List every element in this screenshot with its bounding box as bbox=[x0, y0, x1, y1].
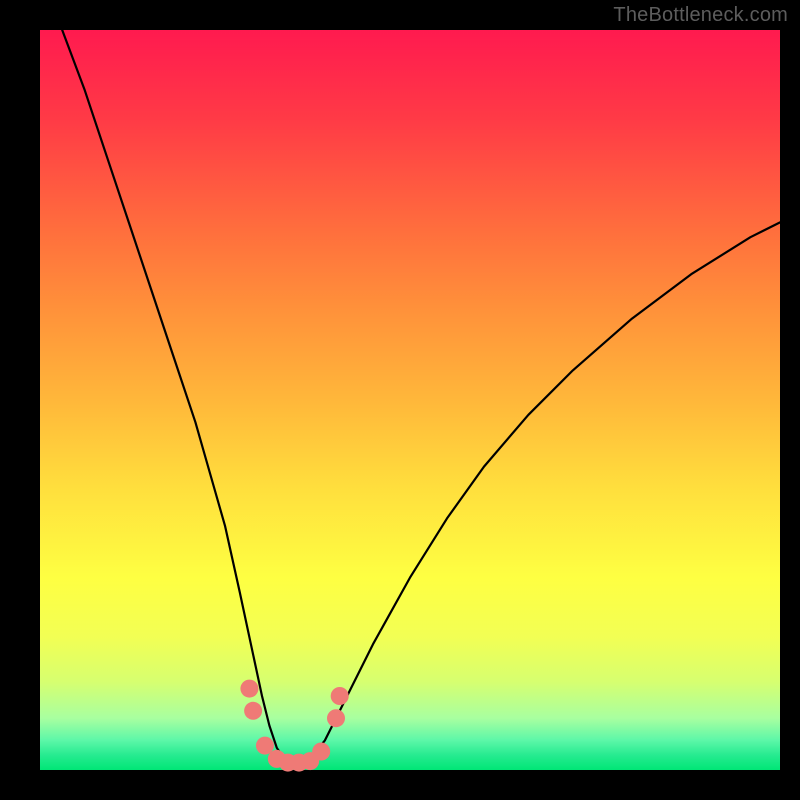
highlight-dots bbox=[240, 680, 348, 772]
outer-frame: TheBottleneck.com bbox=[0, 0, 800, 800]
highlight-dot bbox=[240, 680, 258, 698]
highlight-dot bbox=[331, 687, 349, 705]
watermark-text: TheBottleneck.com bbox=[613, 4, 788, 27]
highlight-dot bbox=[244, 702, 262, 720]
highlight-dot bbox=[312, 743, 330, 761]
bottleneck-curve bbox=[62, 30, 780, 763]
plot-area bbox=[40, 30, 780, 770]
highlight-dot bbox=[327, 709, 345, 727]
chart-svg bbox=[40, 30, 780, 770]
